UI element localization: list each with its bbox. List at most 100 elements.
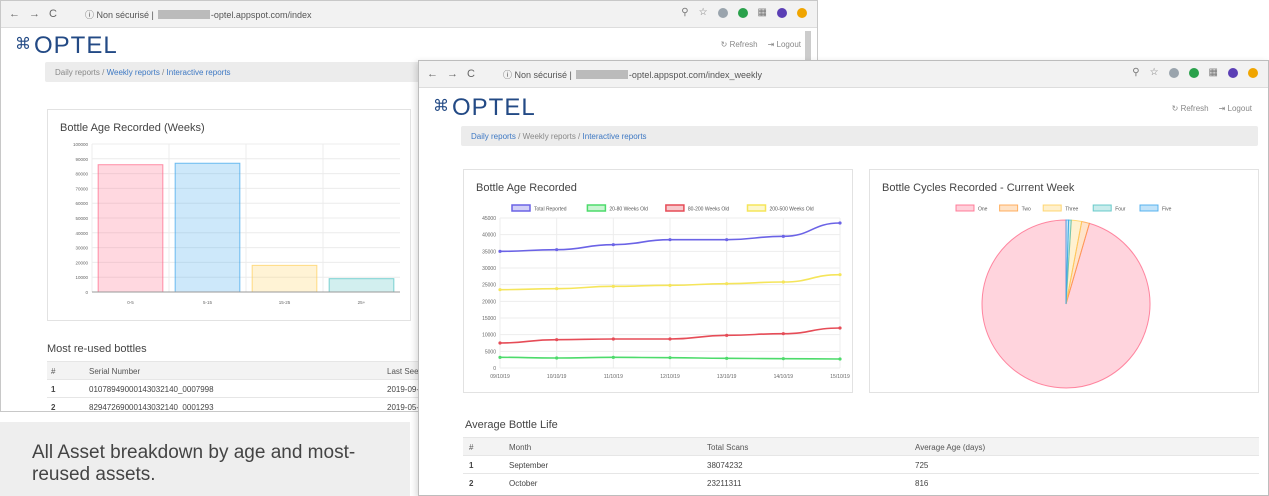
extension-icon[interactable]: ▦: [1209, 67, 1218, 78]
extension-icon[interactable]: ▦: [758, 7, 767, 18]
data-point: [725, 282, 729, 286]
extension-icon[interactable]: [1168, 67, 1179, 78]
legend-swatch: [746, 204, 767, 212]
breadcrumb-daily[interactable]: Daily reports: [471, 132, 516, 141]
nav-buttons[interactable]: ←→C: [427, 68, 484, 80]
profile-icon[interactable]: [1228, 67, 1238, 78]
nav-buttons[interactable]: ←→C: [9, 8, 66, 20]
x-tick-label: 09/10/19: [490, 374, 510, 380]
breadcrumb: Daily reports / Weekly reports / Interac…: [461, 126, 1258, 146]
x-tick-label: 15/10/19: [830, 374, 850, 380]
data-point: [838, 326, 842, 330]
bar: [251, 264, 318, 293]
info-icon: ⓘ: [85, 10, 95, 20]
address-bar[interactable]: ⓘ Non sécurisé | -optel.appspot.com/index: [85, 8, 311, 21]
avg-bottle-life-table: # Month Total Scans Average Age (days) 1…: [463, 437, 1259, 493]
logout-link[interactable]: ⇥ Logout: [768, 40, 801, 49]
data-point: [498, 288, 502, 292]
breadcrumb-interactive[interactable]: Interactive reports: [167, 68, 231, 77]
data-point: [668, 337, 672, 341]
data-point: [498, 341, 502, 345]
data-point: [725, 238, 729, 242]
extension-icon[interactable]: [1248, 67, 1258, 78]
extension-icon[interactable]: [1188, 67, 1199, 78]
redacted-url-part: [575, 70, 628, 79]
table-header-row: # Month Total Scans Average Age (days): [463, 437, 1259, 455]
data-point: [555, 338, 559, 342]
x-tick-label: 25+: [358, 300, 366, 305]
optel-logo-icon: ⌘: [433, 98, 450, 115]
app-header: ⌘OPTEL ↻ Refresh ⇥ Logout: [419, 88, 1268, 126]
zoom-icon[interactable]: ⚲: [1132, 67, 1139, 78]
data-point: [838, 273, 842, 277]
breadcrumb-daily[interactable]: Daily reports: [55, 68, 100, 77]
breadcrumb-weekly[interactable]: Weekly reports: [107, 68, 160, 77]
refresh-link[interactable]: ↻ Refresh: [1172, 104, 1209, 113]
y-tick-label: 0: [493, 366, 496, 372]
extension-icons: ⚲ ☆ ▦: [681, 7, 807, 18]
y-tick-label: 50000: [75, 216, 88, 221]
y-tick-label: 10000: [482, 333, 496, 339]
optel-logo: ⌘OPTEL: [15, 32, 118, 59]
table-header-cell: Total Scans: [707, 443, 749, 452]
x-tick-label: 0-5: [127, 300, 134, 305]
extension-icon[interactable]: [737, 7, 748, 18]
x-tick-label: 13/10/19: [717, 374, 737, 380]
profile-icon[interactable]: [777, 7, 787, 18]
legend-label: 80-200 Weeks Old: [688, 207, 730, 213]
bar-chart-panel: Bottle Age Recorded (Weeks) 0 10000 20000 3…: [47, 109, 411, 321]
data-point: [781, 280, 785, 284]
zoom-icon[interactable]: ⚲: [681, 7, 688, 18]
data-point: [611, 337, 615, 341]
y-tick-label: 20000: [482, 299, 496, 305]
table-row[interactable]: 2 October 23211311 816: [463, 473, 1259, 491]
extension-icon[interactable]: [797, 7, 807, 18]
data-point: [725, 333, 729, 337]
pie-chart-panel: Bottle Cycles Recorded - Current Week On…: [869, 169, 1259, 393]
legend-swatch: [665, 204, 685, 212]
data-point: [668, 238, 672, 242]
bar: [97, 164, 164, 293]
x-tick-label: 5-15: [203, 300, 213, 305]
legend-label: 20-80 Weeks Old: [609, 207, 648, 213]
extension-icon[interactable]: [717, 7, 728, 18]
url-security-label: Non sécurisé |: [96, 10, 154, 20]
bar: [174, 162, 241, 293]
address-bar[interactable]: ⓘ Non sécurisé | -optel.appspot.com/index…: [503, 68, 762, 81]
header-links: ↻ Refresh ⇥ Logout: [1172, 104, 1252, 113]
legend-swatch: [1139, 204, 1159, 212]
legend-swatch: [1042, 204, 1062, 212]
table-row[interactable]: 1 September 38074232 725: [463, 455, 1259, 473]
bar: [328, 278, 395, 293]
legend-label: Three: [1065, 207, 1078, 213]
logout-link[interactable]: ⇥ Logout: [1219, 104, 1252, 113]
breadcrumb-interactive[interactable]: Interactive reports: [583, 132, 647, 141]
y-tick-label: 35000: [482, 249, 496, 255]
refresh-link[interactable]: ↻ Refresh: [721, 40, 758, 49]
browser-toolbar: ←→C ⓘ Non sécurisé | -optel.appspot.com/i…: [1, 1, 817, 28]
x-tick-label: 15-25: [279, 300, 291, 305]
y-tick-label: 60000: [75, 201, 88, 206]
optel-logo: ⌘OPTEL: [433, 94, 536, 121]
url-text: -optel.appspot.com/index: [210, 10, 312, 20]
star-icon[interactable]: ☆: [699, 7, 708, 18]
y-tick-label: 70000: [75, 186, 88, 191]
data-point: [781, 357, 785, 361]
x-tick-label: 11/10/19: [604, 374, 623, 380]
y-tick-label: 20000: [75, 260, 88, 265]
url-text: -optel.appspot.com/index_weekly: [628, 70, 762, 80]
data-point: [611, 355, 615, 359]
table-header-cell: Serial Number: [89, 367, 141, 376]
avg-life-table-title: Average Bottle Life: [465, 419, 558, 431]
table-header-cell: #: [51, 367, 56, 376]
table-header-cell: #: [469, 443, 474, 452]
app-header: ⌘OPTEL ↻ Refresh ⇥ Logout: [1, 28, 817, 62]
reused-table-title: Most re-used bottles: [47, 343, 147, 355]
extension-icons: ⚲ ☆ ▦: [1132, 67, 1258, 78]
breadcrumb-weekly[interactable]: Weekly reports: [523, 132, 576, 141]
y-tick-label: 10000: [75, 275, 88, 280]
star-icon[interactable]: ☆: [1150, 67, 1159, 78]
line-chart-panel: Bottle Age Recorded Total Reported 20-80 …: [463, 169, 853, 393]
legend-swatch: [511, 204, 531, 212]
scrollbar[interactable]: [805, 31, 811, 61]
